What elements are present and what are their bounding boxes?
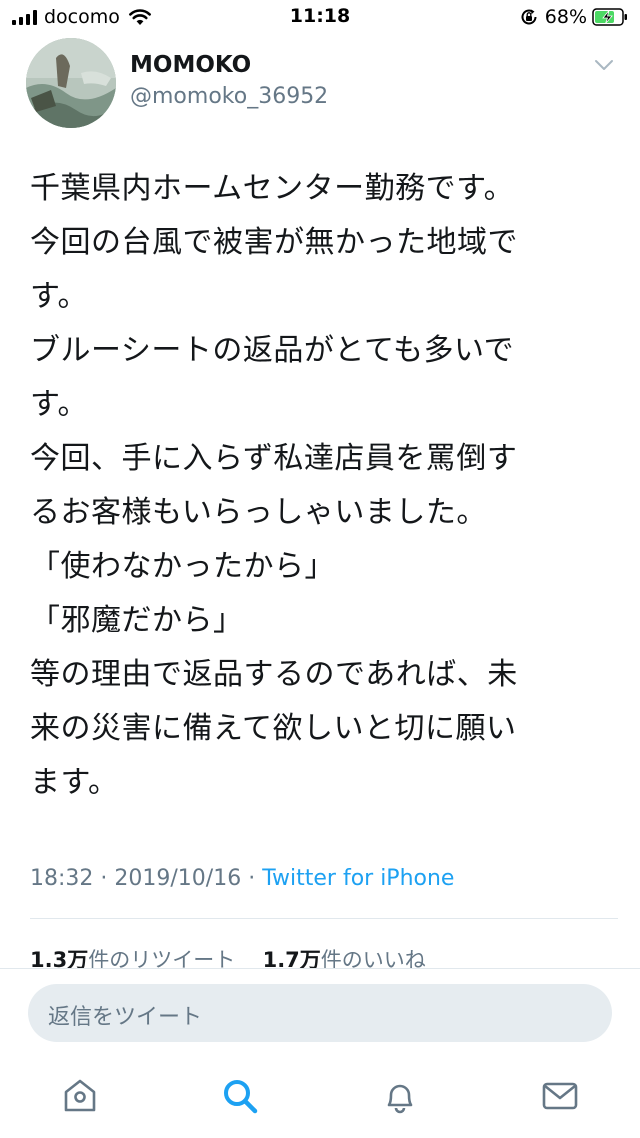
search-icon[interactable] [220,1076,260,1116]
like-count: 1.7万 [262,948,321,970]
tweet-text: 千葉県内ホームセンター勤務です。 今回の台風で被害が無かった地域で す。 ブルー… [30,171,518,800]
display-name[interactable]: MOMOKO [130,52,251,78]
tweet-time: 18:32 [30,866,94,891]
retweet-count: 1.3万 [30,948,89,970]
avatar[interactable] [26,38,116,128]
user-handle[interactable]: @momoko_36952 [130,84,328,109]
like-stat[interactable]: 1.7万件のいいね [263,948,426,970]
status-right: 68% [519,5,628,29]
mail-icon[interactable] [540,1076,580,1116]
tweet-date: 2019/10/16 [114,866,242,891]
battery-percent: 68% [544,6,587,28]
meta-separator: · [100,866,108,891]
tweet-stats: 1.3万件のリツイート 1.7万件のいいね [30,944,426,970]
tweet-metadata: 18:32 · 2019/10/16 · Twitter for iPhone [30,866,454,891]
status-bar: docomo 11:18 68% [0,0,640,34]
like-label: 件のいいね [320,948,426,970]
battery-charging-icon [592,8,627,26]
tweet-source-link[interactable]: Twitter for iPhone [262,866,454,891]
retweet-label: 件のリツイート [88,948,236,970]
meta-separator: · [248,866,256,891]
avatar-image [26,38,116,128]
retweet-stat[interactable]: 1.3万件のリツイート [30,948,235,970]
divider [30,918,618,919]
tab-bar [0,1072,640,1138]
bell-icon[interactable] [380,1076,420,1116]
rotation-lock-icon [521,9,537,25]
reply-input[interactable]: 返信をツイート [28,984,612,1042]
tweet-header: MOMOKO @momoko_36952 [0,36,640,132]
reply-placeholder: 返信をツイート [48,1005,203,1030]
chevron-down-icon[interactable] [594,58,614,72]
home-icon[interactable] [60,1076,100,1116]
